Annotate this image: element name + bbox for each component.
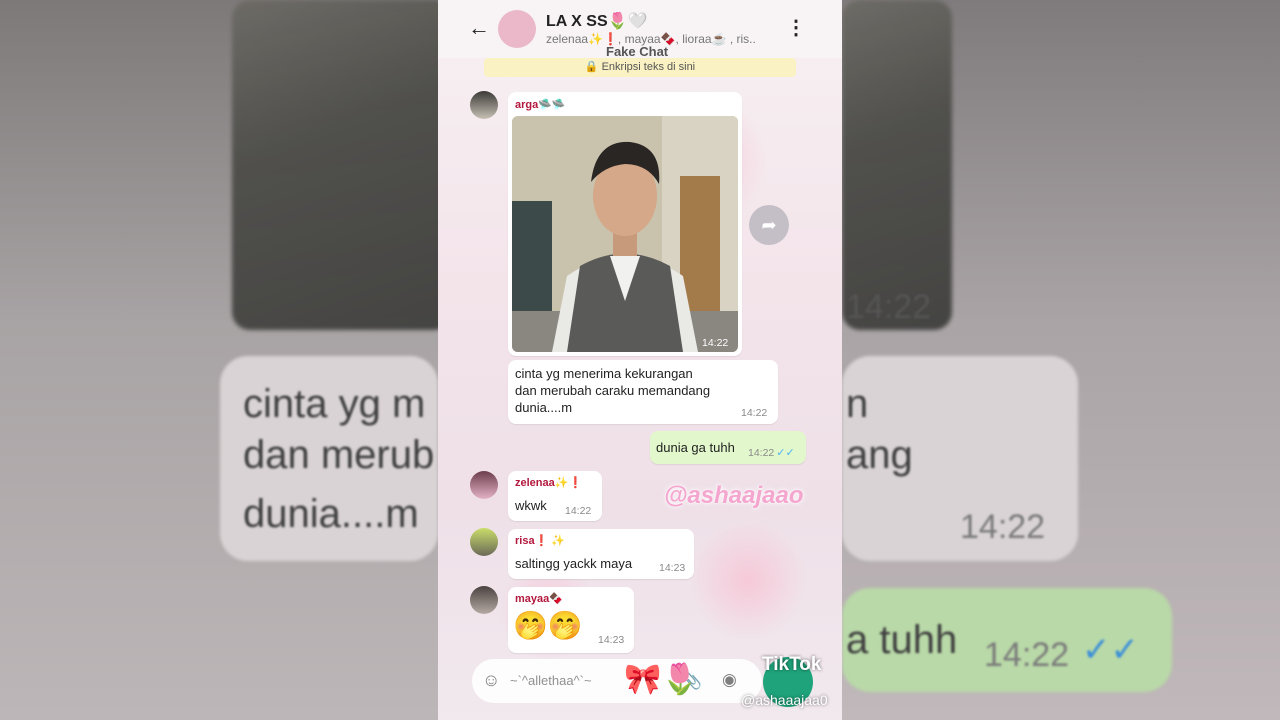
message-time: 14:23 [598,634,625,646]
message-text: cinta yg menerima kekurangan dan merubah… [515,366,711,415]
photo-message[interactable]: arga🛸🛸 14:22 [508,92,742,356]
tiktok-handle: @ashaaajaa0 [741,692,828,708]
message-text: dunia ga tuhh [656,440,735,455]
message-photo[interactable]: 14:22 [512,116,738,352]
smile-icon[interactable]: ☺ [482,669,504,691]
message-time: 14:22 [702,337,729,349]
avatar[interactable] [470,91,498,119]
text-message[interactable]: cinta yg menerima kekurangan dan merubah… [508,360,778,424]
decoration-emoji: 🎀🌷 [624,663,699,696]
avatar[interactable] [470,528,498,556]
background-time-photo: 14:22 [846,288,932,326]
text-message[interactable]: mayaa🍫 🤭🤭 14:23 [508,587,634,653]
more-vertical-icon[interactable]: ⋮ [786,16,806,42]
message-text: saltingg yackk maya [515,556,633,571]
tiktok-logo: TikTok [762,654,822,675]
background-text-right2: ang [846,433,913,477]
message-emoji: 🤭🤭 [513,610,583,641]
avatar[interactable] [470,471,498,499]
camera-icon[interactable]: ◉ [722,670,737,690]
message-time: 14:22 [741,407,768,419]
background-photo-left [232,0,452,330]
outgoing-message[interactable]: dunia ga tuhh 14:22 ✓✓ [650,431,806,464]
message-time: 14:22 [565,505,592,517]
sender-name: risa❗ ✨ [515,535,566,547]
petal-decoration [688,520,808,640]
photo-illustration [512,116,738,352]
background-text-right3: a tuhh [846,618,958,662]
background-text-right1: n [846,382,869,426]
message-input-bar[interactable]: ☺ ~`^allethaa^`~ 📎 ◉ [472,659,762,703]
message-time: 14:23 [659,562,686,574]
chat-screen: ← LA X SS🌷🤍 zelenaa✨❗, mayaa🍫, lioraa☕ ,… [438,0,842,720]
sender-name: zelenaa✨❗ [515,477,583,489]
video-frame: cinta yg m dan merub dunia....m n ang 14… [0,0,1280,720]
text-message[interactable]: zelenaa✨❗ wkwk 14:22 [508,471,602,521]
creator-watermark: @ashaajaao [664,482,804,509]
encryption-notice: 🔒 Enkripsi teks di sini [484,58,796,77]
message-time: 14:22 ✓✓ [748,447,795,459]
fake-chat-label: Fake Chat [606,44,669,59]
background-time-right2: 14:22 [984,636,1070,674]
background-text-line2: dan merub [243,433,435,477]
text-message[interactable]: risa❗ ✨ saltingg yackk maya 14:23 [508,529,694,579]
sender-name: mayaa🍫 [515,593,563,605]
forward-icon[interactable]: ➦ [749,205,789,245]
avatar[interactable] [470,586,498,614]
background-photo-right [842,0,952,330]
read-ticks-icon: ✓✓ [776,447,795,459]
group-title[interactable]: LA X SS🌷🤍 [546,11,647,31]
group-avatar[interactable] [498,10,536,48]
message-input[interactable]: ~`^allethaa^`~ [510,673,592,688]
arrow-left-icon[interactable]: ← [468,16,492,40]
background-ticks: ✓✓ [1082,631,1139,669]
sender-name: arga🛸🛸 [515,99,566,111]
background-text-line3: dunia....m [243,492,419,536]
background-text-line1: cinta yg m [243,382,426,426]
message-text: wkwk [515,498,547,513]
background-time-right1: 14:22 [960,508,1046,546]
